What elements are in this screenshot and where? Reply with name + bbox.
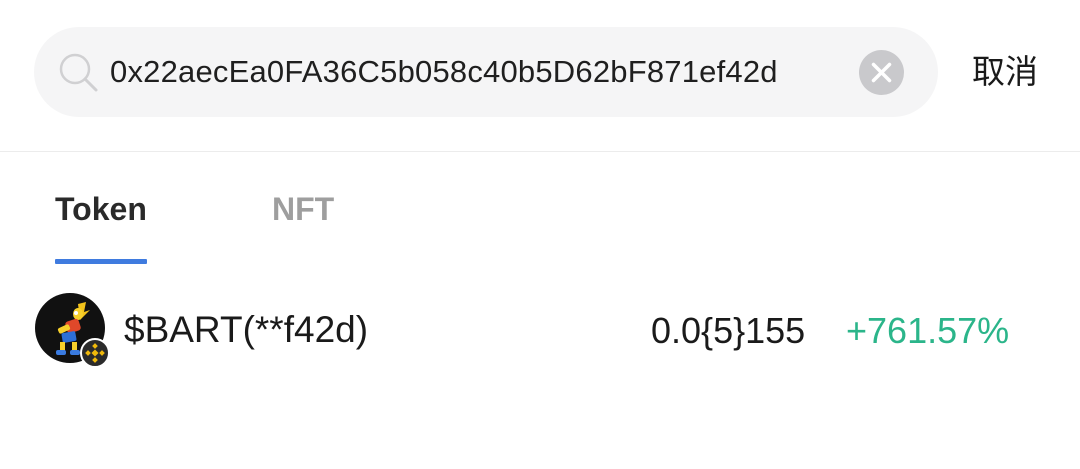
active-tab-indicator <box>55 259 147 264</box>
tab-nft[interactable]: NFT <box>272 189 334 229</box>
search-input[interactable]: 0x22aecEa0FA36C5b058c40b5D62bF871ef42d <box>110 27 840 117</box>
clear-search-button[interactable] <box>859 50 904 95</box>
search-icon <box>56 50 100 94</box>
bnb-chain-icon <box>80 338 110 368</box>
header-divider <box>0 151 1080 152</box>
token-price-change: +761.57% <box>846 310 1010 351</box>
search-input-value: 0x22aecEa0FA36C5b058c40b5D62bF871ef42d <box>110 54 778 89</box>
token-price: 0.0{5}155 <box>651 310 806 351</box>
search-bar[interactable]: 0x22aecEa0FA36C5b058c40b5D62bF871ef42d <box>34 27 938 117</box>
cancel-button[interactable]: 取消 <box>972 50 1038 94</box>
close-icon <box>871 62 892 83</box>
token-result-row[interactable]: $BART(**f42d) 0.0{5}155 +761.57% <box>0 282 1080 377</box>
token-name: $BART(**f42d) <box>124 309 369 350</box>
token-avatar <box>34 292 110 368</box>
tab-token[interactable]: Token <box>55 189 147 229</box>
